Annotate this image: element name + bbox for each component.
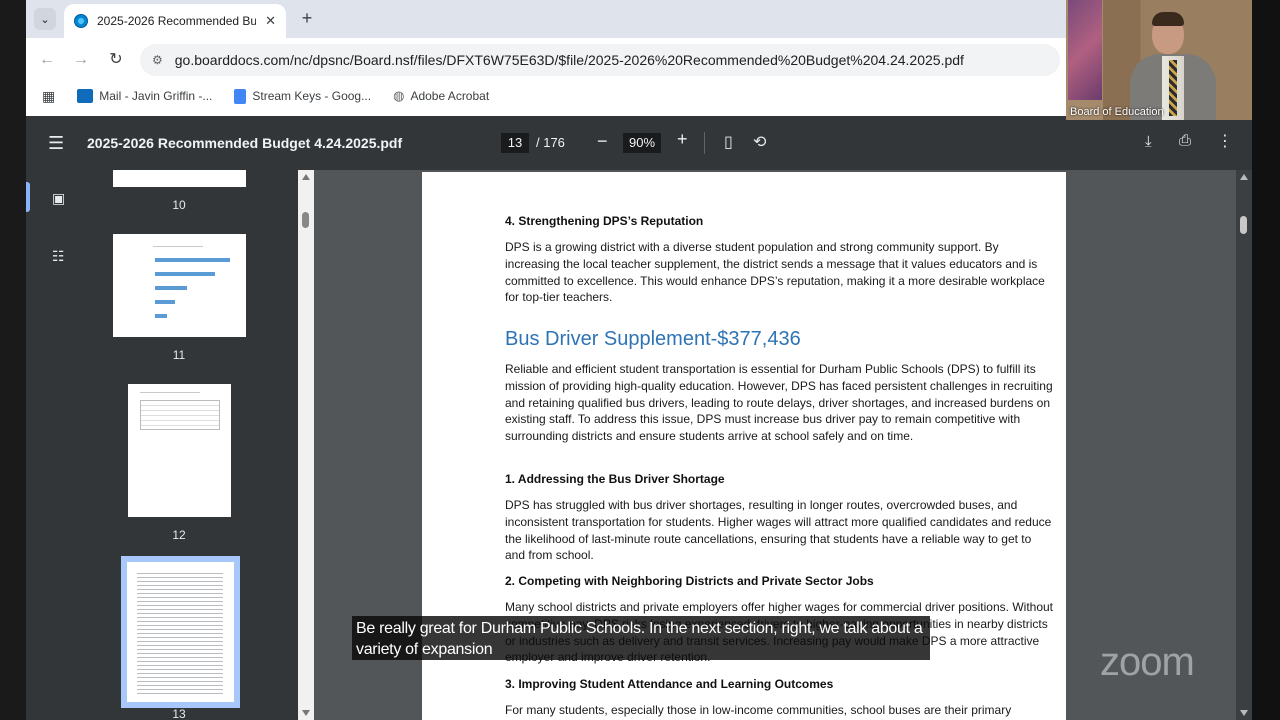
active-indicator (26, 182, 30, 212)
thumbnail-page-10[interactable] (113, 170, 246, 187)
subheading-attendance: 3. Improving Student Attendance and Lear… (505, 677, 834, 691)
boarddocs-favicon-icon (74, 14, 88, 28)
pdf-title: 2025-2026 Recommended Budget 4.24.2025.p… (87, 135, 403, 151)
bookmark-stream-keys[interactable]: Stream Keys - Goog... (234, 88, 371, 104)
thumbnail-page-12[interactable] (128, 384, 231, 517)
subheading-competing: 2. Competing with Neighboring Districts … (505, 574, 874, 588)
globe-icon: ◍ (393, 88, 405, 103)
thumbnails-icon[interactable]: ▣ (52, 190, 68, 206)
pdf-toolbar: ☰ 2025-2026 Recommended Budget 4.24.2025… (26, 116, 1066, 170)
rotate-icon[interactable]: ⟲ (753, 132, 766, 152)
thumbnail-scrollbar[interactable] (298, 170, 314, 720)
thumbnail-page-13[interactable] (121, 556, 240, 708)
thumb-text-lines (137, 570, 223, 694)
total-pages: / 176 (536, 135, 565, 150)
outline-icon[interactable]: ☷ (52, 248, 68, 264)
scroll-thumb[interactable] (302, 212, 309, 228)
scroll-down-icon[interactable] (302, 710, 310, 716)
zoom-level-input[interactable]: 90% (623, 133, 661, 153)
scroll-up-icon[interactable] (1240, 174, 1248, 180)
thumbnail-panel: 10 11 12 13 (86, 170, 298, 720)
document-area-right (1066, 170, 1252, 720)
menu-hamburger-icon[interactable]: ☰ (48, 133, 64, 154)
paragraph-reputation: DPS is a growing district with a diverse… (505, 240, 1045, 305)
thumb-line (140, 392, 200, 393)
thumbnail-number: 13 (172, 707, 186, 720)
thumb-bar (155, 258, 230, 262)
tab-search-chevron-icon[interactable]: ⌄ (34, 8, 56, 30)
thumb-bar (155, 314, 167, 318)
thumbnail-number: 10 (172, 198, 186, 212)
tab-budget-pdf[interactable]: 2025-2026 Recommended Bud ✕ (64, 4, 286, 38)
bookmarks-bar: ▦ Mail - Javin Griffin -... Stream Keys … (26, 82, 1066, 110)
page-edge (1128, 170, 1130, 720)
page-number-input[interactable]: 13 (501, 133, 529, 153)
tab-close-icon[interactable]: ✕ (265, 13, 276, 29)
reload-icon[interactable]: ↻ (105, 49, 127, 71)
wall-painting (1068, 0, 1102, 100)
scroll-up-icon[interactable] (302, 174, 310, 180)
screen: ⌄ 2025-2026 Recommended Bud ✕ + ← → ↻ ⚙ … (0, 0, 1280, 720)
thumb-bar (155, 286, 187, 290)
thumbnail-number: 11 (172, 348, 186, 362)
paragraph-attendance: For many students, especially those in l… (505, 703, 1012, 717)
more-options-icon[interactable]: ⋮ (1217, 131, 1233, 151)
browser-window: ⌄ 2025-2026 Recommended Bud ✕ + ← → ↻ ⚙ … (26, 0, 1066, 720)
zoom-watermark: zoom (1100, 640, 1195, 684)
thumb-bar (155, 272, 215, 276)
thumb-table (140, 400, 220, 430)
toolbar-divider (704, 132, 705, 154)
participant-name: Board of Education (1070, 106, 1164, 118)
url-text: go.boarddocs.com/nc/dpsnc/Board.nsf/file… (174, 52, 964, 68)
forward-arrow-icon[interactable]: → (70, 49, 92, 71)
scroll-thumb[interactable] (1240, 216, 1247, 234)
thumb-title (153, 246, 203, 247)
participant-video: Board of Education (1066, 0, 1252, 120)
thumbnail-page-11[interactable] (113, 234, 246, 337)
thumb-bar (155, 300, 175, 304)
thumbnail-number: 12 (172, 528, 186, 542)
tab-strip: ⌄ 2025-2026 Recommended Bud ✕ + (26, 0, 1066, 38)
back-arrow-icon[interactable]: ← (36, 49, 58, 71)
new-tab-button[interactable]: + (296, 8, 318, 30)
fit-page-icon[interactable]: ▯ (724, 132, 733, 152)
docs-icon (234, 88, 247, 104)
outlook-icon (77, 89, 94, 103)
page-scrollbar[interactable] (1236, 170, 1252, 720)
tab-title: 2025-2026 Recommended Bud (97, 14, 257, 28)
address-bar[interactable]: ⚙ go.boarddocs.com/nc/dpsnc/Board.nsf/fi… (140, 44, 1060, 76)
download-icon[interactable]: ⤓ (1145, 133, 1152, 150)
paragraph-shortage: DPS has struggled with bus driver shorta… (505, 498, 1052, 563)
zoom-out-icon[interactable]: − (597, 131, 608, 152)
subheading-shortage: 1. Addressing the Bus Driver Shortage (505, 472, 725, 486)
screen-edge (1252, 0, 1280, 720)
section-title: Bus Driver Supplement-$377,436 (505, 328, 801, 350)
print-icon[interactable]: ⎙ (1179, 132, 1191, 149)
paragraph-intro: Reliable and efficient student transport… (505, 362, 1053, 444)
pdf-toolbar-right: ⤓ ⎙ ⋮ (1066, 116, 1252, 170)
pdf-sidebar: ▣ ☷ (26, 170, 86, 720)
subheading-reputation: 4. Strengthening DPS’s Reputation (505, 214, 704, 228)
scroll-down-icon[interactable] (1240, 710, 1248, 716)
speaker-hair (1152, 12, 1184, 26)
live-caption: Be really great for Durham Public School… (352, 616, 930, 660)
speaker-tie (1169, 60, 1177, 116)
browser-toolbar: ← → ↻ ⚙ go.boarddocs.com/nc/dpsnc/Board.… (26, 38, 1066, 82)
zoom-in-icon[interactable]: + (677, 129, 688, 150)
bookmark-adobe-acrobat[interactable]: ◍ Adobe Acrobat (393, 88, 489, 104)
apps-grid-icon[interactable]: ▦ (42, 88, 55, 105)
bookmark-mail[interactable]: Mail - Javin Griffin -... (77, 89, 212, 103)
site-info-icon[interactable]: ⚙ (152, 53, 163, 67)
